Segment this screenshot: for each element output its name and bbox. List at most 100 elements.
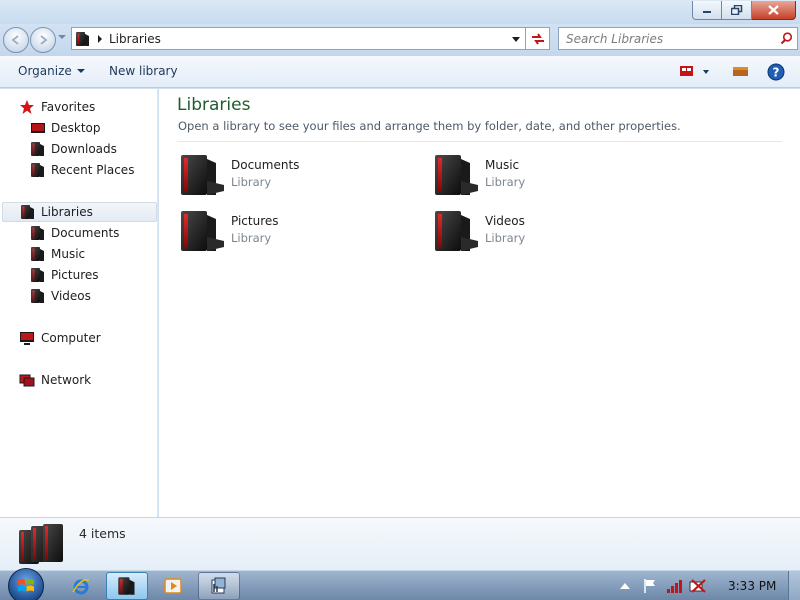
media-player-icon	[164, 578, 182, 594]
refresh-button[interactable]	[526, 27, 550, 50]
internet-explorer-icon	[72, 579, 90, 595]
nav-label: Music	[51, 247, 86, 261]
svg-text:?: ?	[773, 66, 780, 80]
nav-label: Videos	[51, 289, 91, 303]
command-bar: Organize New library ?	[0, 56, 800, 88]
organize-label: Organize	[18, 64, 72, 78]
library-type: Library	[231, 231, 272, 245]
help-button[interactable]: ?	[767, 63, 785, 84]
nav-item-libraries[interactable]: Libraries	[2, 202, 157, 222]
show-desktop-button[interactable]	[788, 571, 800, 600]
recent-pages-dropdown[interactable]	[58, 35, 66, 39]
taskbar-windows-explorer[interactable]	[106, 572, 148, 600]
pictures-icon	[30, 267, 46, 283]
tray-network[interactable]	[666, 571, 684, 600]
close-icon	[768, 5, 779, 15]
nav-item-documents[interactable]: Documents	[0, 223, 158, 243]
nav-item-videos[interactable]: Videos	[0, 286, 158, 306]
nav-label: Desktop	[51, 121, 101, 135]
taskbar-internet-explorer[interactable]	[60, 572, 102, 600]
nav-label: Libraries	[41, 205, 93, 219]
back-button[interactable]	[3, 27, 29, 53]
title-bar	[0, 0, 800, 24]
library-tile-documents[interactable]: Documents Library	[178, 151, 408, 203]
library-type: Library	[485, 231, 526, 245]
minimize-icon	[703, 11, 711, 13]
taskbar-media-player[interactable]	[152, 572, 194, 600]
navigation-pane: Favorites Desktop Downloads Recent Place…	[0, 89, 158, 517]
videos-library-icon	[432, 207, 480, 255]
start-button[interactable]	[8, 568, 44, 600]
library-name: Videos	[485, 214, 525, 228]
breadcrumb-chevron-icon[interactable]	[97, 34, 103, 43]
organize-button[interactable]: Organize	[18, 64, 85, 78]
nav-item-music[interactable]: Music	[0, 244, 158, 264]
computer-icon	[20, 332, 34, 345]
chevron-up-icon	[620, 583, 630, 589]
documents-library-icon	[178, 151, 226, 199]
nav-label: Network	[41, 373, 92, 387]
library-tile-pictures[interactable]: Pictures Library	[178, 207, 408, 259]
network-signal-icon	[667, 580, 682, 593]
tray-action-center[interactable]	[642, 571, 658, 600]
tray-volume[interactable]	[689, 571, 707, 600]
change-view-button[interactable]	[679, 62, 711, 83]
preview-pane-button[interactable]	[732, 62, 750, 83]
library-name: Music	[485, 158, 520, 172]
window-controls	[692, 1, 796, 20]
nav-item-desktop[interactable]: Desktop	[0, 118, 158, 138]
libraries-small-icon	[75, 31, 91, 47]
search-box[interactable]	[558, 27, 798, 50]
page-title: Libraries	[177, 95, 251, 115]
back-arrow-icon	[11, 35, 19, 45]
new-library-button[interactable]: New library	[109, 64, 178, 78]
nav-label: Favorites	[41, 100, 96, 114]
library-tile-music[interactable]: Music Library	[432, 151, 662, 203]
address-history-dropdown[interactable]	[509, 33, 522, 46]
library-tile-videos[interactable]: Videos Library	[432, 207, 662, 259]
nav-item-downloads[interactable]: Downloads	[0, 139, 158, 159]
library-type: Library	[231, 175, 272, 189]
nav-item-computer[interactable]: Computer	[0, 328, 158, 348]
volume-muted-icon	[689, 579, 706, 593]
search-icon[interactable]	[780, 32, 793, 45]
libraries-stack-icon	[19, 524, 63, 564]
star-icon	[20, 100, 34, 114]
nav-label: Downloads	[51, 142, 117, 156]
flag-icon	[644, 579, 655, 593]
program-icon	[211, 577, 226, 594]
nav-label: Recent Places	[51, 163, 135, 177]
forward-button[interactable]	[30, 27, 56, 53]
restore-button[interactable]	[722, 1, 752, 20]
page-subtitle: Open a library to see your files and arr…	[178, 119, 681, 133]
windows-logo-icon	[18, 579, 34, 592]
nav-label: Documents	[51, 226, 120, 240]
close-button[interactable]	[752, 1, 796, 20]
nav-item-recent-places[interactable]: Recent Places	[0, 160, 158, 180]
item-count: 4 items	[79, 526, 126, 541]
content-pane: Libraries Open a library to see your fil…	[159, 89, 800, 517]
desktop-icon	[31, 123, 45, 133]
forward-arrow-icon	[40, 35, 48, 45]
minimize-button[interactable]	[692, 1, 722, 20]
libraries-icon	[20, 204, 36, 220]
search-input[interactable]	[559, 28, 769, 49]
preview-pane-icon	[733, 67, 748, 76]
taskbar-open-program[interactable]	[198, 572, 240, 600]
library-type: Library	[485, 175, 526, 189]
view-options-icon	[680, 66, 709, 76]
recent-places-icon	[30, 162, 46, 178]
refresh-icon	[531, 32, 544, 45]
explorer-icon	[117, 576, 137, 596]
pictures-library-icon	[178, 207, 226, 255]
clock[interactable]: 3:33 PM	[728, 579, 776, 593]
address-path[interactable]: Libraries	[109, 32, 161, 46]
address-bar[interactable]: Libraries	[71, 27, 526, 50]
new-library-label: New library	[109, 64, 178, 78]
nav-item-pictures[interactable]: Pictures	[0, 265, 158, 285]
tray-show-hidden[interactable]	[620, 571, 630, 600]
nav-item-favorites[interactable]: Favorites	[0, 97, 158, 117]
address-row: Libraries	[0, 24, 800, 56]
chevron-down-icon	[76, 69, 85, 73]
nav-item-network[interactable]: Network	[0, 370, 158, 390]
